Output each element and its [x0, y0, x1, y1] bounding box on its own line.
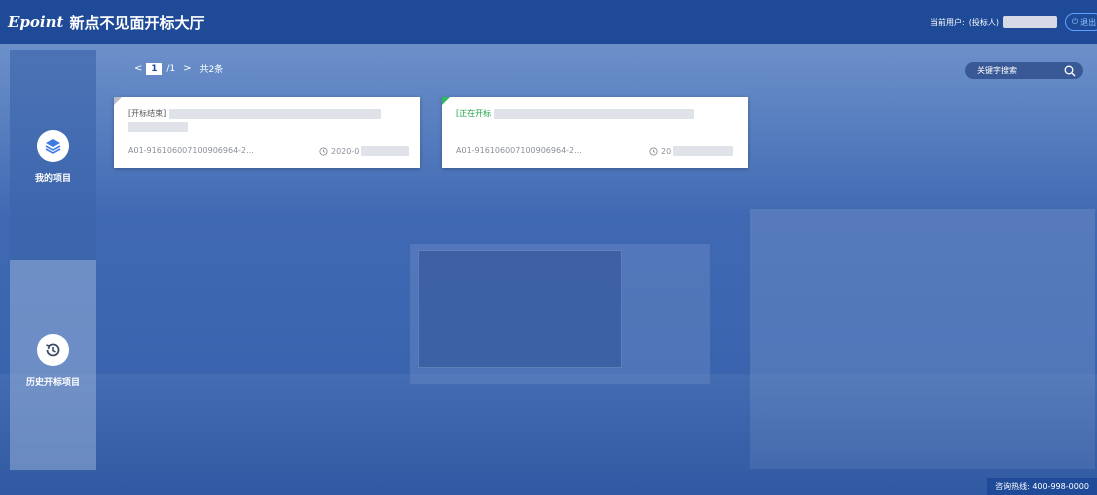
hotline-text: 咨询热线: 400-998-0000 — [995, 482, 1089, 491]
clock-icon — [649, 146, 658, 156]
user-role: (投标人) — [968, 17, 999, 27]
layers-icon — [37, 130, 69, 162]
search-icon[interactable] — [1063, 64, 1077, 78]
project-code: A01-916106007100906964-2... — [128, 146, 254, 155]
card-status: [正在开标 — [456, 109, 492, 118]
brand: Epoint 新点不见面开标大厅 — [8, 12, 204, 33]
prev-page-button[interactable]: < — [134, 63, 142, 74]
card-status-corner — [114, 97, 122, 105]
card-title: [开标结束] — [128, 108, 382, 119]
card-date-text: 20 — [661, 146, 672, 156]
card-status: [开标结束] — [128, 109, 167, 118]
current-page[interactable]: 1 — [146, 62, 163, 75]
sidebar-item-history-projects[interactable]: 历史开标项目 — [10, 334, 96, 388]
project-code: A01-916106007100906964-2... — [456, 146, 582, 155]
power-icon: ⏻ — [1071, 17, 1079, 26]
history-icon — [37, 334, 69, 366]
card-title: [正在开标 — [456, 108, 695, 119]
user-area: 当前用户: (投标人) ⏻ 退出 — [930, 0, 1097, 44]
card-date: 20 — [649, 146, 734, 156]
epoint-logo: Epoint — [8, 13, 64, 31]
app-title: 新点不见面开标大厅 — [69, 13, 205, 32]
project-card[interactable]: [开标结束] A01-916106007100906964-2... 2020-… — [114, 97, 420, 168]
logout-label: 退出 — [1080, 17, 1097, 27]
record-count: 共2条 — [199, 65, 224, 75]
card-date-text: 2020-0 — [331, 146, 360, 156]
sidebar-label-history-projects: 历史开标项目 — [25, 378, 80, 388]
date-redacted — [361, 146, 410, 156]
search-input[interactable] — [975, 65, 1063, 76]
date-redacted — [673, 146, 734, 156]
sidebar-label-my-projects: 我的项目 — [34, 174, 71, 184]
logout-button[interactable]: ⏻ 退出 — [1065, 13, 1097, 31]
total-pages: /1 — [166, 63, 176, 74]
project-name-redacted-line2 — [128, 122, 188, 132]
next-page-button[interactable]: > — [183, 63, 191, 74]
pagination: < 1 /1 > 共2条 — [130, 62, 223, 75]
current-user-label: 当前用户: — [930, 17, 965, 27]
top-header: Epoint 新点不见面开标大厅 当前用户: (投标人) ⏻ 退出 — [0, 0, 1097, 44]
project-card[interactable]: [正在开标 A01-916106007100906964-2... 20 — [442, 97, 748, 168]
floor-decoration — [0, 374, 1097, 495]
user-name-redacted — [1003, 16, 1057, 28]
sidebar: 我的项目 历史开标项目 — [10, 50, 96, 470]
clock-icon — [319, 146, 328, 156]
sidebar-item-my-projects[interactable]: 我的项目 — [10, 130, 96, 184]
card-status-corner — [442, 97, 450, 105]
project-name-redacted — [169, 108, 382, 119]
hotline-bar: 咨询热线: 400-998-0000 — [987, 478, 1097, 495]
search-box — [965, 62, 1083, 79]
screen-decoration — [418, 250, 622, 368]
card-date: 2020-0 — [319, 146, 410, 156]
project-name-redacted — [494, 108, 695, 119]
